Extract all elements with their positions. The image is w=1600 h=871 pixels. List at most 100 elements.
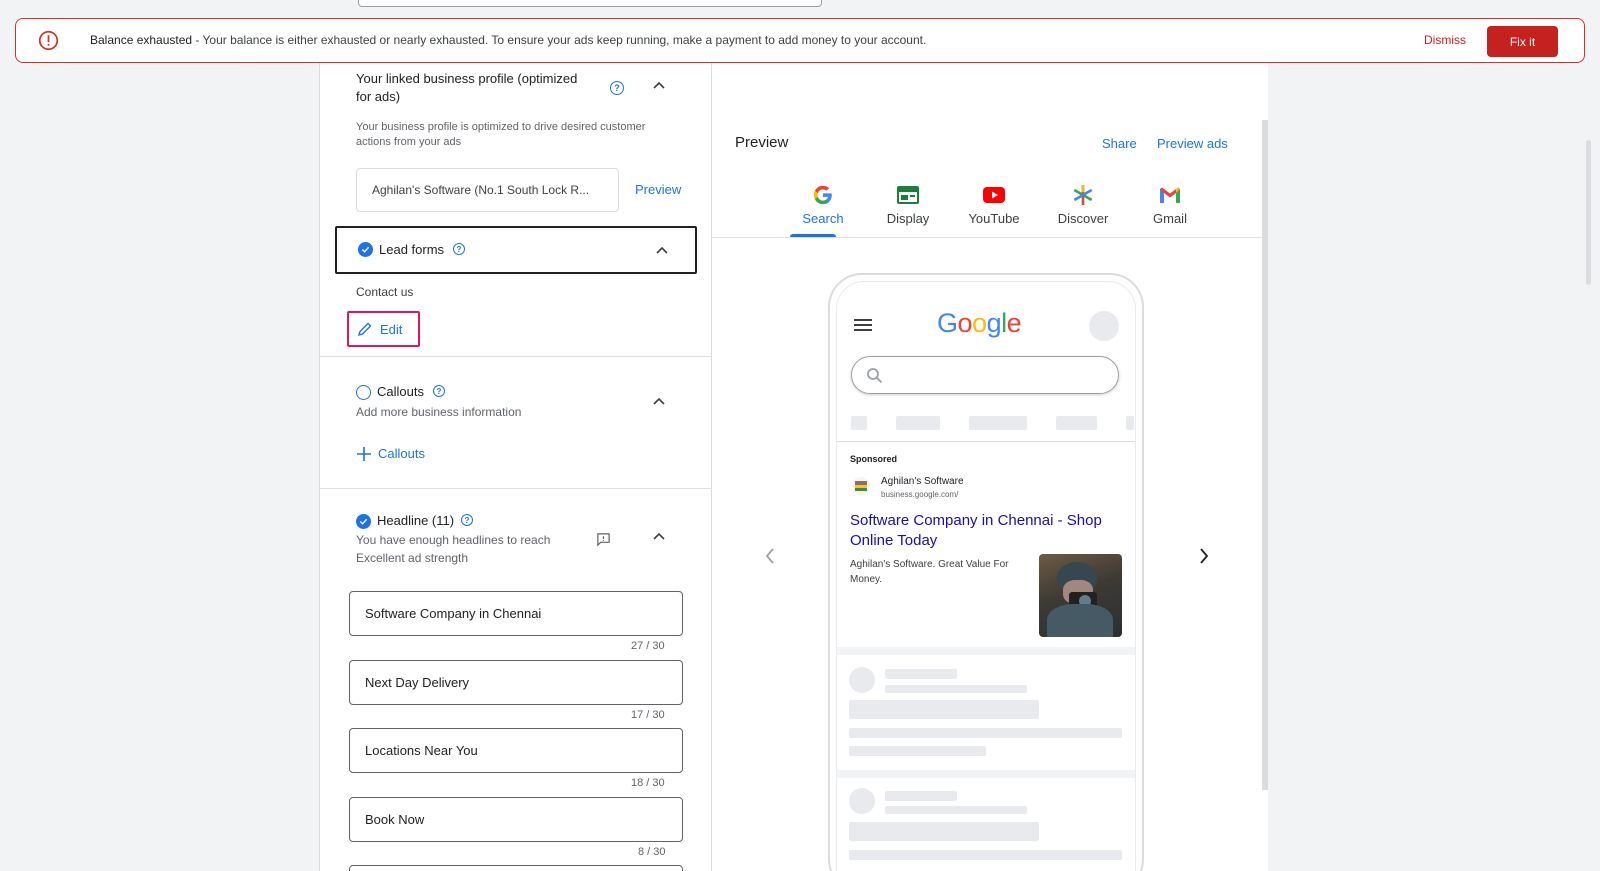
error-icon xyxy=(38,30,59,51)
banner-message: Balance exhausted - Your balance is eith… xyxy=(90,33,926,47)
edit-lead-form-button[interactable]: Edit xyxy=(347,311,420,347)
chevron-up-icon[interactable] xyxy=(655,243,669,257)
chevron-left-icon[interactable] xyxy=(764,547,776,565)
skeleton-chip xyxy=(851,416,867,430)
check-circle-icon xyxy=(356,514,371,529)
banner-text: - Your balance is either exhausted or ne… xyxy=(192,33,927,47)
headline-input-2[interactable]: Next Day Delivery xyxy=(349,660,683,705)
skeleton-chip xyxy=(1126,416,1134,430)
help-icon[interactable]: ? xyxy=(433,385,445,397)
add-callouts-label: Callouts xyxy=(378,446,425,461)
ad-desc-1: Aghilan's Software. Great Value For xyxy=(850,559,1009,570)
google-logo: Google xyxy=(937,308,1022,338)
pencil-icon xyxy=(357,322,372,337)
tab-gmail-label: Gmail xyxy=(1153,211,1187,226)
result-separator xyxy=(837,770,1135,778)
fix-it-button[interactable]: Fix it xyxy=(1487,26,1558,57)
lead-forms-header[interactable]: Lead forms ? xyxy=(335,226,697,274)
tab-display[interactable]: Display xyxy=(873,183,943,226)
plus-icon xyxy=(357,447,371,461)
headline-desc-1: You have enough headlines to reach xyxy=(356,533,551,547)
skeleton-line xyxy=(885,669,957,679)
headline-input-4[interactable]: Book Now xyxy=(349,797,683,842)
headline-input-1[interactable]: Software Company in Chennai xyxy=(349,591,683,636)
skeleton-chip xyxy=(1056,416,1097,430)
headline-counter-2: 17 / 30 xyxy=(631,709,665,721)
headline-counter-1: 27 / 30 xyxy=(631,640,665,652)
skeleton-line xyxy=(849,822,1039,841)
top-input-field[interactable] xyxy=(358,0,822,7)
ad-headline-1: Software Company in Chennai - Shop xyxy=(850,512,1102,529)
headline-desc-2: Excellent ad strength xyxy=(356,551,469,565)
preview-ads-button[interactable]: Preview ads xyxy=(1157,136,1228,151)
skeleton-line xyxy=(885,791,957,801)
callouts-title: Callouts xyxy=(377,384,424,399)
business-profile-desc-2: actions from your ads xyxy=(356,136,462,148)
balance-alert-banner: Balance exhausted - Your balance is eith… xyxy=(15,18,1585,63)
lead-forms-title: Lead forms xyxy=(379,242,445,257)
skeleton-line xyxy=(885,685,1027,693)
google-g-icon xyxy=(813,185,832,205)
advertiser-name: Aghilan's Software xyxy=(881,476,964,487)
banner-title: Balance exhausted xyxy=(90,33,193,47)
chevron-up-icon[interactable] xyxy=(652,529,666,543)
skeleton-chip xyxy=(896,416,940,430)
help-icon[interactable]: ? xyxy=(461,514,473,526)
chevron-up-icon[interactable] xyxy=(652,78,666,92)
tab-display-label: Display xyxy=(886,211,930,226)
advertiser-url: business.google.com/ xyxy=(881,490,959,499)
advertiser-favicon xyxy=(852,477,870,495)
skeleton-line xyxy=(849,728,1122,738)
skeleton-avatar xyxy=(849,667,875,693)
phone-mockup: Google Sponsored Aghilan's Software busi… xyxy=(828,273,1144,871)
empty-circle-icon xyxy=(356,385,371,400)
sponsored-label: Sponsored xyxy=(850,454,898,464)
youtube-icon xyxy=(983,187,1005,203)
skeleton-line xyxy=(849,746,986,756)
phone-screen: Google Sponsored Aghilan's Software busi… xyxy=(836,281,1136,871)
preview-panel: Preview Share Preview ads Search Display… xyxy=(712,63,1268,871)
ad-photo-camera-person xyxy=(1039,554,1122,637)
result-separator xyxy=(837,647,1135,655)
search-icon xyxy=(867,368,883,384)
chevron-up-icon[interactable] xyxy=(652,394,666,408)
tab-discover-label: Discover xyxy=(1057,211,1109,226)
tab-discover[interactable]: Discover xyxy=(1048,183,1118,226)
profile-preview-link[interactable]: Preview xyxy=(635,182,681,197)
tab-search[interactable]: Search xyxy=(788,183,858,226)
tab-youtube[interactable]: YouTube xyxy=(959,183,1029,226)
skeleton-line xyxy=(849,700,1039,719)
tabs-divider xyxy=(712,237,1262,238)
gmail-icon xyxy=(1160,187,1180,203)
headline-input-5[interactable] xyxy=(349,865,683,871)
google-search-bar xyxy=(851,356,1119,394)
preview-scrollbar[interactable] xyxy=(1262,120,1268,790)
feedback-icon[interactable] xyxy=(596,532,611,547)
ad-headline-2: Online Today xyxy=(850,532,938,549)
business-profile-select[interactable]: Aghilan's Software (No.1 South Lock R... xyxy=(356,168,619,212)
add-callouts-button[interactable]: Callouts xyxy=(356,444,446,464)
tab-youtube-label: YouTube xyxy=(968,211,1020,226)
headline-counter-3: 18 / 30 xyxy=(631,777,665,789)
display-icon xyxy=(897,186,919,204)
business-profile-title-1: Your linked business profile (optimized xyxy=(356,71,578,86)
dismiss-button[interactable]: Dismiss xyxy=(1424,33,1466,47)
page-scrollbar[interactable] xyxy=(1586,140,1591,285)
discover-asterisk-icon xyxy=(1073,185,1093,205)
divider xyxy=(837,441,1135,442)
share-button[interactable]: Share xyxy=(1102,136,1137,151)
business-profile-desc-1: Your business profile is optimized to dr… xyxy=(356,121,646,133)
divider xyxy=(320,356,713,357)
check-circle-icon xyxy=(358,242,373,257)
headline-input-3[interactable]: Locations Near You xyxy=(349,728,683,773)
callouts-desc: Add more business information xyxy=(356,405,522,419)
tab-search-label: Search xyxy=(802,211,844,226)
assets-panel: Your linked business profile (optimized … xyxy=(319,63,713,871)
skeleton-chip xyxy=(969,416,1027,430)
help-icon[interactable]: ? xyxy=(453,243,465,255)
skeleton-avatar xyxy=(849,788,875,814)
tab-gmail[interactable]: Gmail xyxy=(1135,183,1205,226)
help-icon[interactable]: ? xyxy=(610,81,624,95)
avatar xyxy=(1089,311,1119,341)
chevron-right-icon[interactable] xyxy=(1198,547,1210,565)
